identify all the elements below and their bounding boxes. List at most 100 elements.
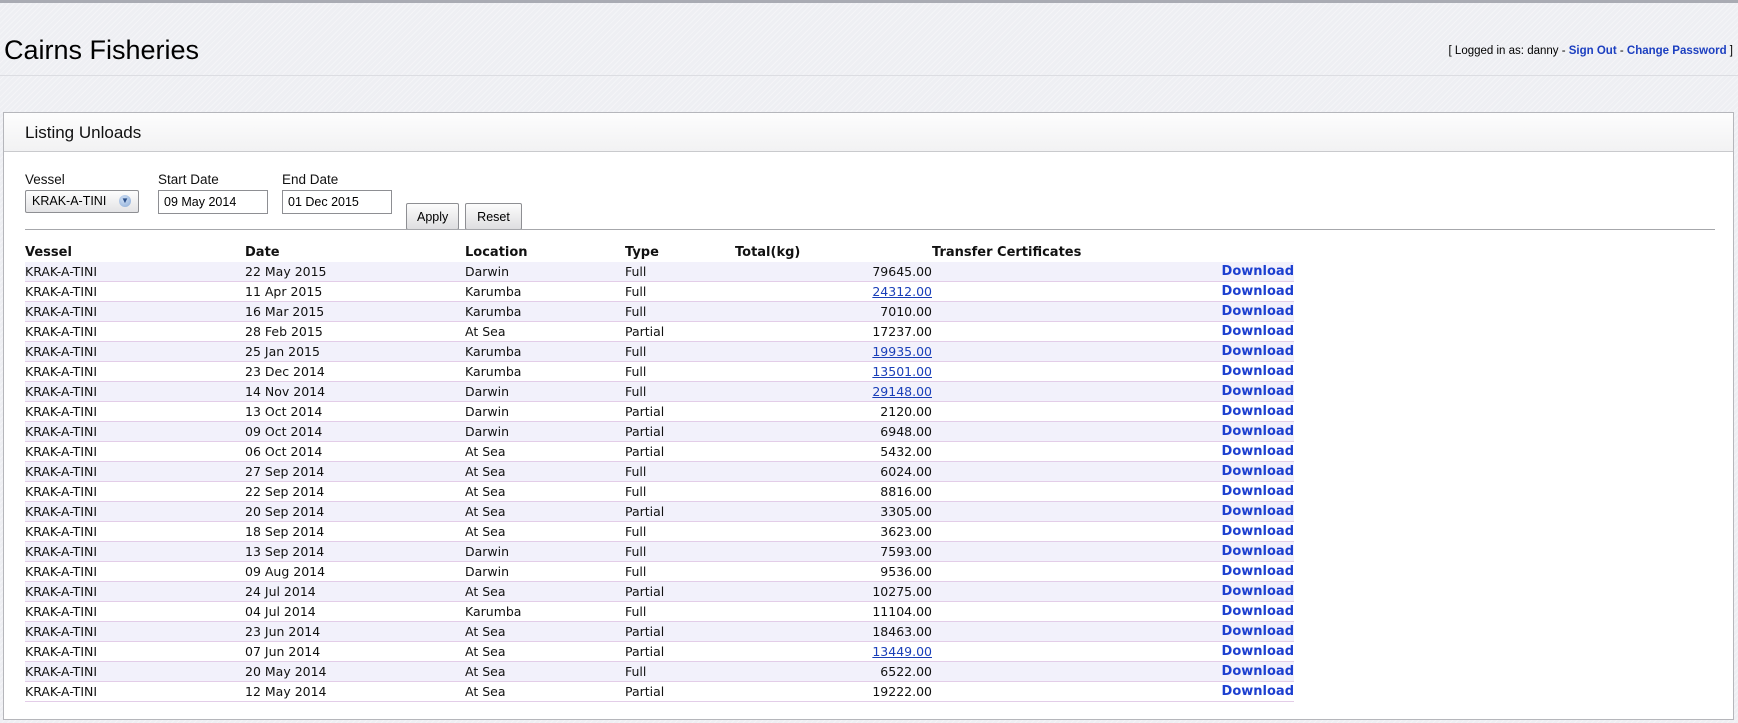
download-link[interactable]: Download <box>1222 544 1294 559</box>
total-link[interactable]: 19935.00 <box>872 344 932 359</box>
end-date-input[interactable] <box>282 190 392 214</box>
download-link[interactable]: Download <box>1222 624 1294 639</box>
header-transfer-certificates: Transfer Certificates <box>932 245 1082 260</box>
cell-location: At Sea <box>465 441 625 462</box>
table-row: KRAK-A-TINI 09 Oct 2014 Darwin Partial 6948.… <box>25 421 1294 442</box>
download-link[interactable]: Download <box>1222 464 1294 479</box>
download-link[interactable]: Download <box>1222 604 1294 619</box>
table-row: KRAK-A-TINI 28 Feb 2015 At Sea Partial 17237… <box>25 321 1294 342</box>
total-link[interactable]: 13501.00 <box>872 364 932 379</box>
download-link[interactable]: Download <box>1222 424 1294 439</box>
cell-type: Full <box>625 481 735 502</box>
chevron-down-icon: ▼ <box>119 195 131 207</box>
cell-vessel: KRAK-A-TINI <box>25 401 245 422</box>
table-row: KRAK-A-TINI 16 Mar 2015 Karumba Full 7010.00… <box>25 301 1294 322</box>
cell-vessel: KRAK-A-TINI <box>25 381 245 402</box>
cell-type: Full <box>625 341 735 362</box>
download-link[interactable]: Download <box>1222 524 1294 539</box>
cell-total: 7593.00 <box>735 541 932 562</box>
cell-date: 13 Sep 2014 <box>245 541 465 562</box>
total-value: 5432.00 <box>880 443 932 459</box>
download-link[interactable]: Download <box>1222 684 1294 699</box>
cell-type: Full <box>625 461 735 482</box>
download-link[interactable]: Download <box>1222 284 1294 299</box>
cell-location: Darwin <box>465 421 625 442</box>
download-link[interactable]: Download <box>1222 264 1294 279</box>
download-link[interactable]: Download <box>1222 584 1294 599</box>
total-link[interactable]: 29148.00 <box>872 384 932 399</box>
table-row: KRAK-A-TINI 12 May 2014 At Sea Partial 19222… <box>25 681 1294 702</box>
total-link[interactable]: 13449.00 <box>872 644 932 659</box>
cell-vessel: KRAK-A-TINI <box>25 421 245 442</box>
cell-type: Partial <box>625 441 735 462</box>
end-date-filter: End Date <box>282 172 392 214</box>
total-value: 2120.00 <box>880 403 932 419</box>
header-vessel[interactable]: Vessel <box>25 244 245 262</box>
header-type[interactable]: Type <box>625 244 735 262</box>
download-link[interactable]: Download <box>1222 324 1294 339</box>
total-link[interactable]: 24312.00 <box>872 284 932 299</box>
cell-transfer-certificate: Download <box>932 481 1294 502</box>
table-row: KRAK-A-TINI 06 Oct 2014 At Sea Partial 5432.… <box>25 441 1294 462</box>
cell-transfer-certificate: Download <box>932 321 1294 342</box>
vessel-select[interactable]: KRAK-A-TINI ▼ <box>25 190 139 213</box>
download-link[interactable]: Download <box>1222 364 1294 379</box>
total-value: 9536.00 <box>880 563 932 579</box>
change-password-link[interactable]: Change Password <box>1627 45 1727 57</box>
start-date-input[interactable] <box>158 190 268 214</box>
vessel-filter: Vessel KRAK-A-TINI ▼ <box>25 172 139 213</box>
cell-total: 19935.00 <box>735 341 932 362</box>
user-bar-login-text: [ Logged in as: danny - <box>1448 45 1569 57</box>
cell-transfer-certificate: Download <box>932 581 1294 602</box>
cell-transfer-certificate: Download <box>932 401 1294 422</box>
download-link[interactable]: Download <box>1222 304 1294 319</box>
header-location[interactable]: Location <box>465 244 625 262</box>
download-link[interactable]: Download <box>1222 664 1294 679</box>
cell-date: 27 Sep 2014 <box>245 461 465 482</box>
cell-total: 29148.00 <box>735 381 932 402</box>
cell-location: At Sea <box>465 521 625 542</box>
apply-button[interactable]: Apply <box>406 203 459 230</box>
download-link[interactable]: Download <box>1222 384 1294 399</box>
cell-date: 09 Oct 2014 <box>245 421 465 442</box>
cell-transfer-certificate: Download <box>932 361 1294 382</box>
total-value: 7593.00 <box>880 543 932 559</box>
cell-transfer-certificate: Download <box>932 601 1294 622</box>
cell-vessel: KRAK-A-TINI <box>25 262 245 282</box>
table-row: KRAK-A-TINI 04 Jul 2014 Karumba Full 11104.0… <box>25 601 1294 622</box>
filter-divider <box>25 229 1715 230</box>
cell-total: 6522.00 <box>735 661 932 682</box>
sign-out-link[interactable]: Sign Out <box>1569 45 1617 57</box>
download-link[interactable]: Download <box>1222 444 1294 459</box>
download-link[interactable]: Download <box>1222 564 1294 579</box>
cell-location: At Sea <box>465 321 625 342</box>
download-link[interactable]: Download <box>1222 404 1294 419</box>
cell-date: 22 May 2015 <box>245 262 465 282</box>
cell-transfer-certificate: Download <box>932 461 1294 482</box>
cell-date: 25 Jan 2015 <box>245 341 465 362</box>
header-total[interactable]: Total(kg) <box>735 244 932 262</box>
end-date-label: End Date <box>282 172 339 187</box>
cell-transfer-certificate: Download <box>932 541 1294 562</box>
download-link[interactable]: Download <box>1222 504 1294 519</box>
cell-transfer-certificate: Download <box>932 301 1294 322</box>
cell-transfer-certificate: Download <box>932 262 1294 282</box>
total-value: 8816.00 <box>880 483 932 499</box>
download-link[interactable]: Download <box>1222 484 1294 499</box>
reset-button[interactable]: Reset <box>465 203 522 230</box>
start-date-filter: Start Date <box>158 172 268 214</box>
cell-vessel: KRAK-A-TINI <box>25 481 245 502</box>
total-value: 6522.00 <box>880 663 932 679</box>
total-value: 19222.00 <box>872 683 932 699</box>
panel-title: Listing Unloads <box>25 123 142 142</box>
download-link[interactable]: Download <box>1222 644 1294 659</box>
header-date[interactable]: Date <box>245 244 465 262</box>
cell-location: At Sea <box>465 481 625 502</box>
download-link[interactable]: Download <box>1222 344 1294 359</box>
cell-vessel: KRAK-A-TINI <box>25 661 245 682</box>
cell-location: Darwin <box>465 401 625 422</box>
cell-type: Full <box>625 381 735 402</box>
cell-transfer-certificate: Download <box>932 521 1294 542</box>
cell-total: 6024.00 <box>735 461 932 482</box>
cell-date: 11 Apr 2015 <box>245 281 465 302</box>
